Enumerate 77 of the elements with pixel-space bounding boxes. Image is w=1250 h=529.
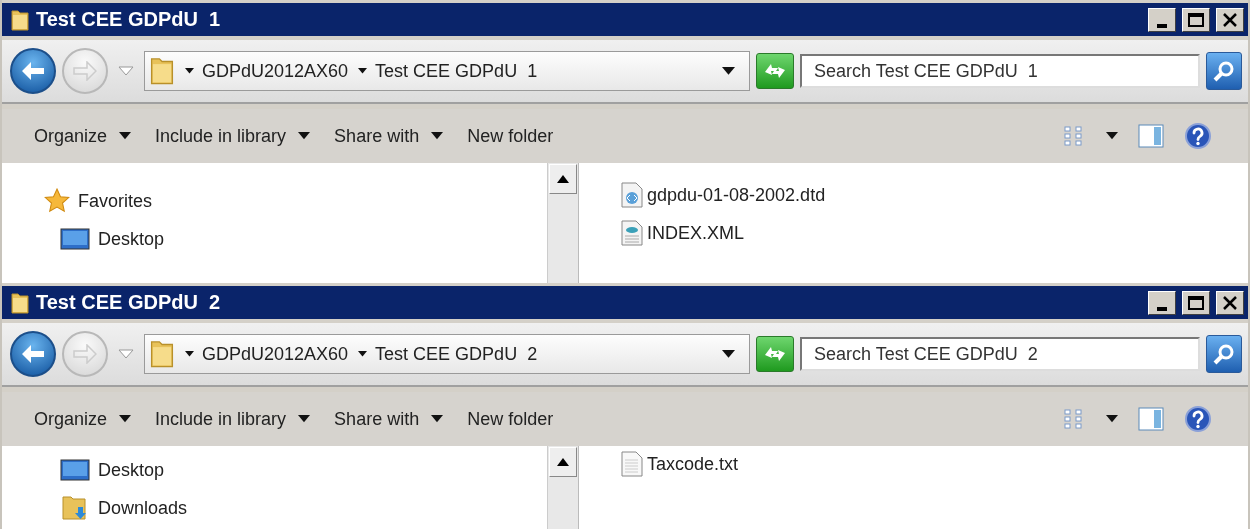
caret-icon xyxy=(358,68,368,74)
navigation-item[interactable]: Downloads xyxy=(44,492,547,524)
caret-icon xyxy=(722,350,735,358)
navigation-item[interactable]: Desktop xyxy=(44,454,547,486)
arrow-up-icon xyxy=(557,458,569,466)
chevron-down-icon xyxy=(118,349,134,359)
toolbar-button[interactable]: Organize xyxy=(26,119,148,153)
close-button[interactable] xyxy=(1216,7,1244,32)
minimize-icon xyxy=(1157,23,1167,28)
text-document-icon xyxy=(621,451,643,477)
document-code-icon xyxy=(621,182,643,208)
folder-icon xyxy=(149,338,175,370)
caret-icon xyxy=(185,68,194,74)
arrow-up-icon xyxy=(557,175,569,183)
arrow-left-icon xyxy=(21,344,45,364)
file-item[interactable]: gdpdu-01-08-2002.dtd xyxy=(621,179,1248,211)
window-title: Test CEE GDPdU 1 xyxy=(36,8,222,31)
search-button[interactable] xyxy=(1206,52,1242,90)
desktop-icon xyxy=(60,458,90,482)
caret-icon xyxy=(1106,415,1118,423)
scrollbar[interactable] xyxy=(547,163,579,283)
help-icon xyxy=(1184,122,1212,150)
toolbar-button[interactable]: Organize xyxy=(26,402,148,436)
folder-icon xyxy=(149,55,175,87)
close-icon xyxy=(1223,12,1237,27)
window-title: Test CEE GDPdU 2 xyxy=(36,291,222,314)
refresh-button[interactable] xyxy=(756,336,794,372)
folder-icon xyxy=(10,290,30,315)
maximize-icon xyxy=(1188,12,1204,27)
caret-icon xyxy=(1106,132,1118,140)
desktop-icon xyxy=(60,227,90,251)
close-button[interactable] xyxy=(1216,290,1244,315)
arrow-right-icon xyxy=(73,61,97,81)
toolbar-button[interactable]: Include in library xyxy=(147,402,327,436)
pane-icon xyxy=(1138,407,1164,431)
maximize-button[interactable] xyxy=(1182,7,1210,32)
breadcrumb-item[interactable]: GDPdU2012AX60 xyxy=(185,343,349,365)
pane-icon xyxy=(1138,124,1164,148)
file-item[interactable]: Taxcode.txt xyxy=(621,448,1248,480)
close-icon xyxy=(1223,295,1237,310)
chevron-down-icon xyxy=(118,66,134,76)
search-field[interactable]: Search Test CEE GDPdU 2 xyxy=(800,337,1200,371)
back-button[interactable] xyxy=(10,331,56,377)
minimize-icon xyxy=(1157,306,1167,311)
scroll-up-button[interactable] xyxy=(549,164,577,194)
folder-icon xyxy=(10,7,30,32)
breadcrumb-item[interactable]: Test CEE GDPdU 1 xyxy=(358,60,538,82)
back-button[interactable] xyxy=(10,48,56,94)
star-icon xyxy=(44,188,70,214)
scrollbar[interactable] xyxy=(547,446,579,529)
search-icon xyxy=(1212,59,1236,83)
toolbar-button[interactable]: Share with xyxy=(326,402,460,436)
navigation-item[interactable]: Desktop xyxy=(44,223,547,255)
minimize-button[interactable] xyxy=(1148,7,1176,32)
search-button[interactable] xyxy=(1206,335,1242,373)
minimize-button[interactable] xyxy=(1148,290,1176,315)
maximize-icon xyxy=(1188,295,1204,310)
search-icon xyxy=(1212,342,1236,366)
caret-icon xyxy=(722,67,735,75)
breadcrumb-item[interactable]: GDPdU2012AX60 xyxy=(185,60,349,82)
toolbar-button[interactable]: Share with xyxy=(326,119,460,153)
toolbar-button[interactable]: Include in library xyxy=(147,119,327,153)
maximize-button[interactable] xyxy=(1182,290,1210,315)
file-item[interactable]: INDEX.XML xyxy=(621,217,1248,249)
scroll-up-button[interactable] xyxy=(549,447,577,477)
navigation-item[interactable]: Favorites xyxy=(44,185,547,217)
toolbar-button[interactable]: New folder xyxy=(459,119,570,153)
document-code-icon xyxy=(621,220,643,246)
caret-icon xyxy=(358,351,368,357)
arrow-right-icon xyxy=(73,344,97,364)
arrow-left-icon xyxy=(21,61,45,81)
caret-icon xyxy=(185,351,194,357)
toolbar-button[interactable]: New folder xyxy=(459,402,570,436)
help-icon xyxy=(1184,405,1212,433)
refresh-button[interactable] xyxy=(756,53,794,89)
breadcrumb-item[interactable]: Test CEE GDPdU 2 xyxy=(358,343,538,365)
search-field[interactable]: Search Test CEE GDPdU 1 xyxy=(800,54,1200,88)
